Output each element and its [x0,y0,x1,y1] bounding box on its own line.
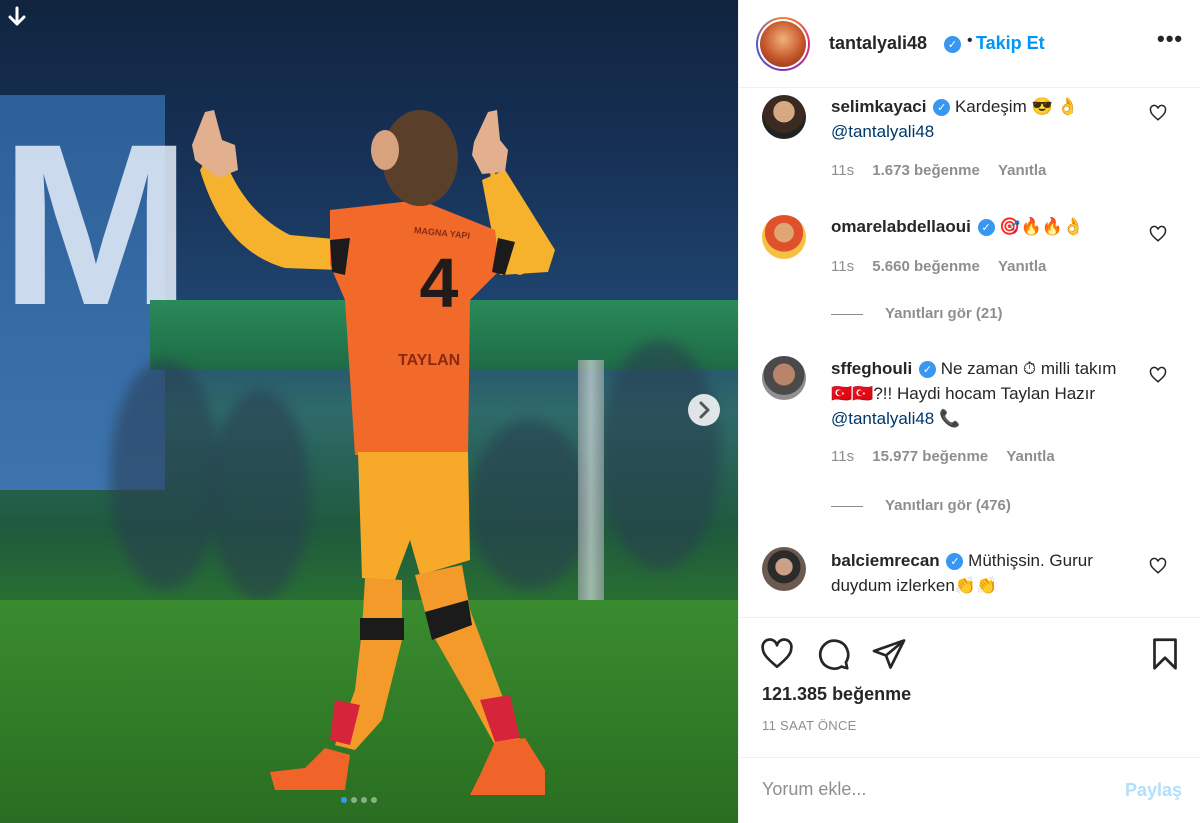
paper-plane-icon[interactable] [871,636,907,672]
carousel-dot [341,797,347,803]
add-comment-input[interactable] [762,772,1112,806]
comment-text: selimkayaci ✓ Kardeşim 😎 👌 @tantalyali48 [831,94,1131,144]
post-like-count[interactable]: 121.385 beğenme [762,684,911,705]
carousel-dot [351,797,357,803]
view-replies-button[interactable]: Yanıtları gör (476) [831,497,1011,514]
verified-badge-icon: ✓ [944,36,961,53]
commenter-avatar[interactable] [762,356,806,400]
comment-likes[interactable]: 15.977 beğenme [872,448,988,465]
jersey-name: TAYLAN [398,352,461,369]
commenter-username[interactable]: selimkayaci [831,97,926,116]
comment-mention[interactable]: @tantalyali48 [831,409,934,428]
post-timestamp[interactable]: 11 SAAT ÖNCE [762,718,857,733]
follow-button[interactable]: Takip Et [976,33,1045,54]
commenter-avatar[interactable] [762,95,806,139]
comment-age: 11s [831,258,855,275]
post-actions: 121.385 beğenme 11 SAAT ÖNCE [739,617,1200,757]
comment-heart-icon[interactable] [1147,557,1169,579]
comments-list[interactable]: selimkayaci ✓ Kardeşim 😎 👌 @tantalyali48… [739,89,1200,617]
comment-mention[interactable]: @tantalyali48 [831,122,934,141]
verified-badge-icon: ✓ [977,219,995,236]
bookmark-icon[interactable] [1147,636,1183,672]
verified-badge-icon: ✓ [933,99,951,116]
author-username[interactable]: tantalyali48 [829,33,927,54]
comment-age: 11s [831,162,855,179]
comment-body: Kardeşim 😎 👌 [954,97,1079,116]
view-replies-label: Yanıtları gör (476) [885,497,1011,514]
next-slide-button[interactable] [688,394,720,426]
post-comment-button[interactable]: Paylaş [1125,780,1182,801]
comment-heart-icon[interactable] [1147,104,1169,126]
reply-button[interactable]: Yanıtla [998,258,1046,275]
comment-likes[interactable]: 1.673 beğenme [872,162,980,179]
comment-heart-icon[interactable] [1147,225,1169,247]
comment-meta: 11s 15.977 beğenme Yanıtla [831,448,1069,465]
replies-divider [831,313,863,315]
verified-badge-icon: ✓ [918,361,936,378]
jersey-number: 4 [419,244,459,322]
author-avatar[interactable] [756,17,810,71]
verified-badge-icon: ✓ [946,553,964,570]
comment-body: 🎯🔥🔥👌 [999,217,1084,236]
comment-text: omarelabdellaoui ✓ 🎯🔥🔥👌 [831,214,1131,239]
reply-button[interactable]: Yanıtla [1006,448,1054,465]
post-sidebar: tantalyali48 ✓ • Takip Et ••• selimkayac… [738,0,1200,823]
view-replies-button[interactable]: Yanıtları gör (21) [831,305,1003,322]
commenter-username[interactable]: omarelabdellaoui [831,217,971,236]
comment-heart-icon[interactable] [1147,366,1169,388]
post-photo[interactable]: M MAGNA YAPI 4 TAYLAN [0,0,738,823]
carousel-dots [341,797,377,803]
more-options-button[interactable]: ••• [1157,26,1183,52]
comment-likes[interactable]: 5.660 beğenme [872,258,980,275]
chevron-right-icon [699,401,710,419]
carousel-dot [371,797,377,803]
comment-meta: 11s 5.660 beğenme Yanıtla [831,258,1060,275]
carousel-dot [361,797,367,803]
comment-icon[interactable] [815,636,851,672]
post-header: tantalyali48 ✓ • Takip Et ••• [739,0,1200,88]
commenter-username[interactable]: balciemrecan [831,551,940,570]
arrow-down-icon[interactable] [6,6,28,28]
comment-composer: Paylaş [739,757,1200,823]
player-figure [192,110,555,795]
comment-meta: 11s 1.673 beğenme Yanıtla [831,162,1060,179]
comment-age: 11s [831,448,855,465]
reply-button[interactable]: Yanıtla [998,162,1046,179]
comment-suffix: 📞 [934,409,961,428]
comment-text: sffeghouli ✓ Ne zaman ⏱ milli takım 🇹🇷🇹🇷… [831,356,1131,431]
commenter-avatar[interactable] [762,547,806,591]
view-replies-label: Yanıtları gör (21) [885,305,1003,322]
commenter-avatar[interactable] [762,215,806,259]
comment-text: balciemrecan ✓ Müthişsin. Gurur duydum i… [831,548,1131,598]
commenter-username[interactable]: sffeghouli [831,359,912,378]
replies-divider [831,505,863,507]
separator-dot: • [967,32,973,49]
heart-icon[interactable] [759,636,795,672]
